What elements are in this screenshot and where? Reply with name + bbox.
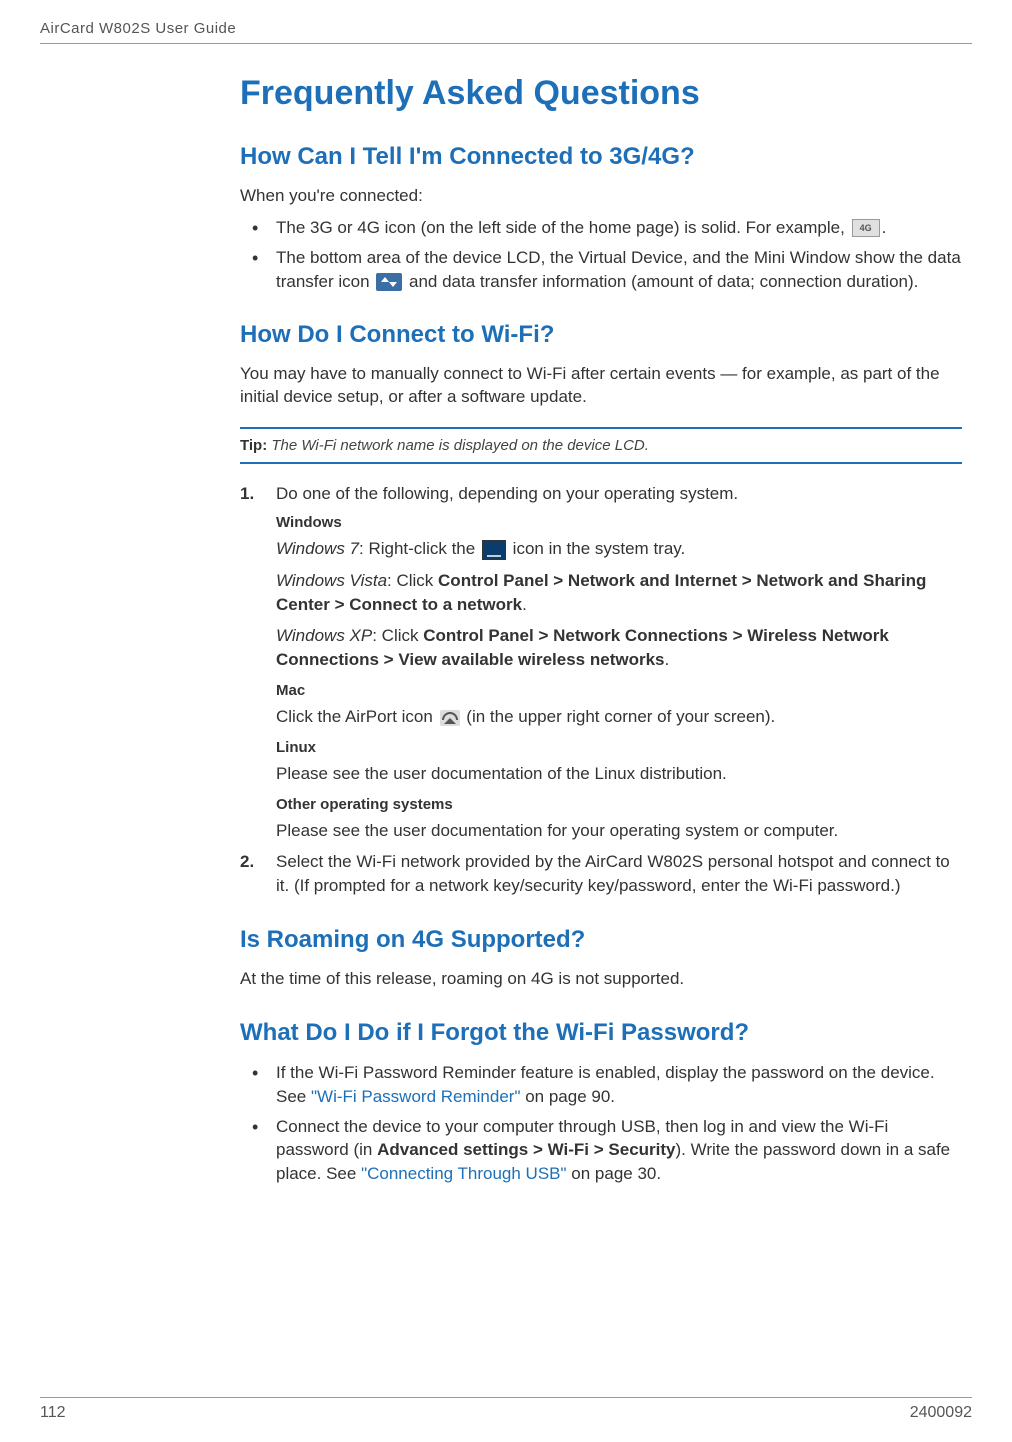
s1-intro: When you're connected: [240,185,962,208]
s4-b2-path: Advanced settings > Wi-Fi > Security [377,1140,675,1159]
linux-label: Linux [276,737,962,758]
page: AirCard W802S User Guide Frequently Aske… [0,0,1012,1442]
header: AirCard W802S User Guide [40,20,972,44]
step2-text: Select the Wi-Fi network provided by the… [276,852,950,895]
doc-title: AirCard W802S User Guide [40,20,236,37]
win7-b: icon in the system tray. [508,539,685,558]
s4-b1-b: on page 90. [520,1087,615,1106]
airport-icon [440,710,460,726]
step2-num: 2. [240,850,254,874]
s1-b2-text-b: and data transfer information (amount of… [409,272,918,291]
s4-bullets: If the Wi-Fi Password Reminder feature i… [240,1061,962,1186]
windows-label: Windows [276,512,962,533]
xp-a: : Click [372,626,423,645]
win7-os: Windows 7 [276,539,359,558]
s1-bullet-2: The bottom area of the device LCD, the V… [240,246,962,294]
s1-bullet-1: The 3G or 4G icon (on the left side of t… [240,216,962,240]
tip-box: Tip: The Wi-Fi network name is displayed… [240,427,962,464]
s4-bullet-1: If the Wi-Fi Password Reminder feature i… [240,1061,962,1109]
step1-num: 1. [240,482,254,506]
wifi-password-reminder-link[interactable]: "Wi-Fi Password Reminder" [311,1087,521,1106]
mac-line: Click the AirPort icon (in the upper rig… [276,705,962,729]
s4-bullet-2: Connect the device to your computer thro… [240,1115,962,1186]
section-heading-connected: How Can I Tell I'm Connected to 3G/4G? [240,143,962,171]
content: Frequently Asked Questions How Can I Tel… [240,44,962,1186]
connecting-through-usb-link[interactable]: "Connecting Through USB" [361,1164,567,1183]
s1-bullets: The 3G or 4G icon (on the left side of t… [240,216,962,293]
other-label: Other operating systems [276,794,962,815]
win7-line: Windows 7: Right-click the icon in the s… [276,537,962,561]
s2-step-1: 1. Do one of the following, depending on… [240,482,962,842]
xp-os: Windows XP [276,626,372,645]
vista-line: Windows Vista: Click Control Panel > Net… [276,569,962,617]
footer: 112 2400092 [40,1397,972,1422]
s2-step-2: 2. Select the Wi-Fi network provided by … [240,850,962,898]
doc-number: 2400092 [910,1404,972,1422]
s1-b1-text-b: . [882,218,887,237]
page-title: Frequently Asked Questions [240,74,962,113]
xp-line: Windows XP: Click Control Panel > Networ… [276,624,962,672]
s2-intro: You may have to manually connect to Wi-F… [240,363,962,409]
vista-b: . [522,595,527,614]
four-g-icon: 4G [852,219,880,237]
page-number: 112 [40,1404,66,1422]
s1-b1-text-a: The 3G or 4G icon (on the left side of t… [276,218,850,237]
step1-text: Do one of the following, depending on yo… [276,484,738,503]
vista-os: Windows Vista [276,571,387,590]
network-monitor-icon [482,540,506,560]
mac-a: Click the AirPort icon [276,707,438,726]
other-text: Please see the user documentation for yo… [276,819,962,843]
mac-b: (in the upper right corner of your scree… [462,707,776,726]
linux-text: Please see the user documentation of the… [276,762,962,786]
s3-text: At the time of this release, roaming on … [240,968,962,991]
mac-label: Mac [276,680,962,701]
tip-label: Tip: [240,437,267,454]
section-heading-wifi: How Do I Connect to Wi-Fi? [240,321,962,349]
tip-text: The Wi-Fi network name is displayed on t… [267,437,649,454]
s4-b2-c: on page 30. [567,1164,662,1183]
section-heading-roaming: Is Roaming on 4G Supported? [240,926,962,954]
data-transfer-icon [376,273,402,291]
xp-b: . [665,650,670,669]
win7-a: : Right-click the [359,539,480,558]
section-heading-password: What Do I Do if I Forgot the Wi-Fi Passw… [240,1019,962,1047]
s2-steps: 1. Do one of the following, depending on… [240,482,962,898]
vista-a: : Click [387,571,438,590]
